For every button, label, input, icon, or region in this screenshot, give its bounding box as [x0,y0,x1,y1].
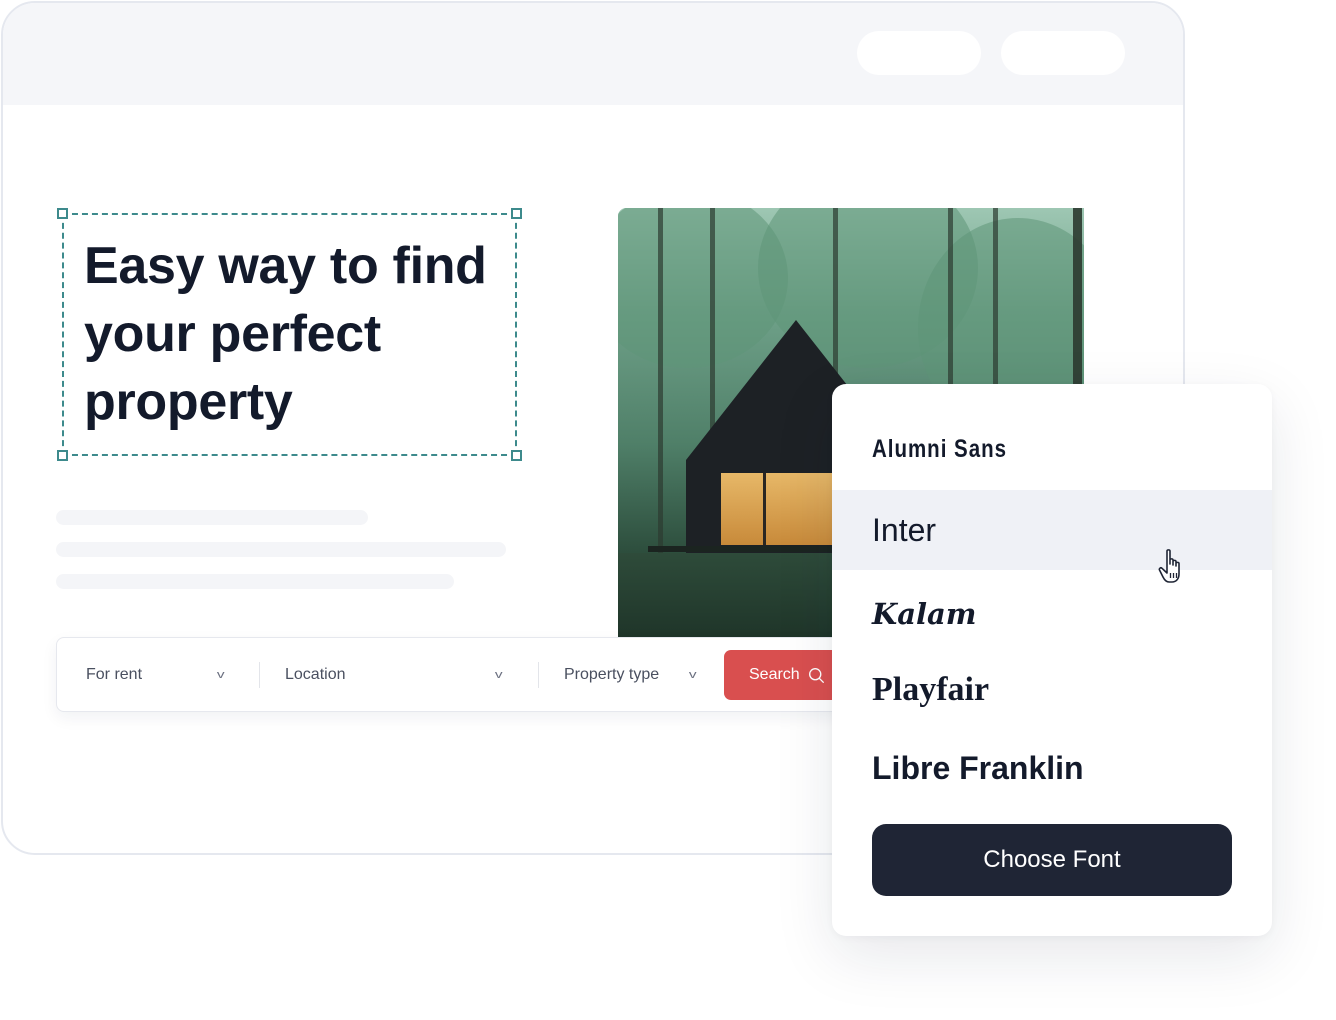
tree-trunk [1073,208,1082,388]
font-option-alumni-sans[interactable]: Alumni Sans [832,412,1272,486]
font-option-kalam[interactable]: Kalam [832,576,1272,652]
text-placeholder-line [56,510,368,525]
font-option-label: Kalam [872,597,977,631]
resize-handle-top-left[interactable] [57,208,68,219]
text-placeholder-line [56,574,454,589]
field-divider [259,662,260,688]
font-option-label: Playfair [872,671,990,708]
search-icon [808,667,824,683]
toolbar-placeholder-button[interactable] [857,31,981,75]
font-option-inter[interactable]: Inter [832,490,1272,570]
location-select[interactable]: Location v [285,638,515,711]
font-option-playfair[interactable]: Playfair [832,652,1272,728]
listing-type-value: For rent [86,665,143,683]
choose-font-button[interactable]: Choose Font [872,824,1232,896]
resize-handle-bottom-left[interactable] [57,450,68,461]
tree-trunk [658,208,663,558]
property-search-bar: For rent v Location v Property type v Se… [56,637,864,712]
font-option-label: Inter [872,511,937,548]
location-value: Location [285,665,346,683]
chevron-down-icon: v [494,668,503,681]
toolbar-placeholder-button[interactable] [1001,31,1125,75]
resize-handle-bottom-right[interactable] [511,450,522,461]
field-divider [538,662,539,688]
hero-headline[interactable]: Easy way to find your perfect property [84,232,514,436]
font-option-libre-franklin[interactable]: Libre Franklin [832,730,1272,806]
browser-toolbar [3,3,1183,105]
font-option-label: Alumni Sans [872,434,1007,463]
chevron-down-icon: v [216,668,225,681]
search-button-label: Search [749,666,800,683]
text-placeholder-line [56,542,506,557]
resize-handle-top-right[interactable] [511,208,522,219]
listing-type-select[interactable]: For rent v [86,638,236,711]
property-type-select[interactable]: Property type v [564,638,704,711]
chevron-down-icon: v [688,668,697,681]
property-type-value: Property type [564,665,660,683]
font-option-label: Libre Franklin [872,749,1084,786]
font-picker-panel: Alumni Sans Inter Kalam Playfair Libre F… [832,384,1272,936]
pointer-hand-cursor-icon [1158,549,1180,583]
